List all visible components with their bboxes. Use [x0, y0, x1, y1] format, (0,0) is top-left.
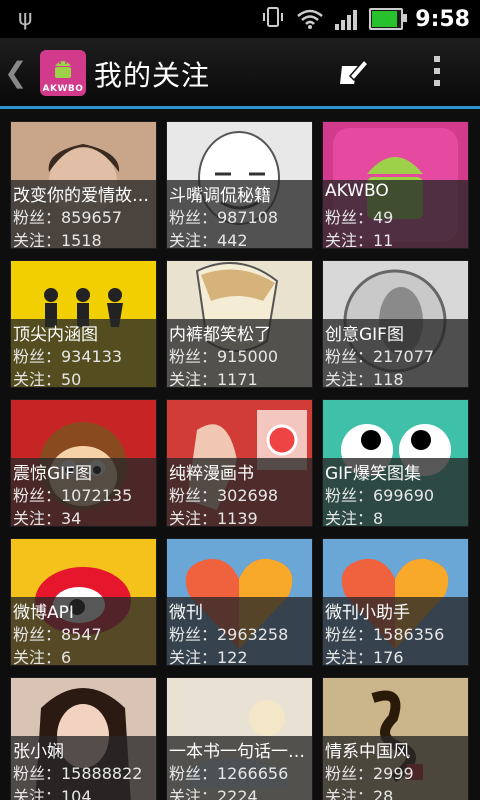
account-info-overlay: 微博API 粉丝：8547 关注：6 — [11, 597, 156, 667]
page-title: 我的关注 — [94, 59, 211, 92]
battery-icon — [369, 8, 408, 30]
account-info-overlay: 顶尖内涵图粉丝：934133 关注：50 — [11, 319, 156, 389]
account-follow-count: 关注：122 — [169, 648, 248, 667]
account-info-overlay: AKWBO 粉丝：49 关注：11 — [323, 180, 468, 250]
status-bar: ψ 9:58 — [0, 0, 480, 38]
account-follow-count: 关注：442 — [169, 231, 248, 250]
account-name: 内裤都笑松了 — [169, 325, 271, 345]
account-fans-count: 粉丝：859657 — [13, 208, 123, 227]
account-name: 张小娴 — [13, 742, 64, 762]
account-name: 斗嘴调侃秘籍 — [169, 186, 271, 206]
back-chevron-icon[interactable]: ❮ — [4, 56, 27, 89]
account-card[interactable]: 创意GIF图粉丝：217077 关注：118 — [323, 261, 468, 389]
compose-button[interactable] — [336, 54, 372, 90]
account-fans-count: 粉丝：934133 — [13, 347, 123, 366]
account-card[interactable]: 微博API 粉丝：8547 关注：6 — [11, 539, 156, 667]
account-name: 微刊 — [169, 603, 203, 623]
account-follow-count: 关注：118 — [325, 370, 404, 389]
account-info-overlay: 一本书一句话一… 粉丝：1266656 关注：2224 — [167, 736, 312, 800]
account-follow-count: 关注：1139 — [169, 509, 258, 528]
account-card[interactable]: 震惊GIF图粉丝：1072135 关注：34 — [11, 400, 156, 528]
account-follow-count: 关注：1171 — [169, 370, 258, 389]
account-card[interactable]: 情系中国风粉丝：2999 关注：28 — [323, 678, 468, 800]
account-fans-count: 粉丝：15888822 — [13, 764, 143, 783]
account-name: 微博API — [13, 603, 74, 623]
account-info-overlay: 微刊粉丝：2963258 关注：122 — [167, 597, 312, 667]
account-info-overlay: 微刊小助手粉丝：1586356 关注：176 — [323, 597, 468, 667]
account-name: 改变你的爱情故… — [13, 186, 149, 206]
android-icon — [55, 61, 71, 78]
account-fans-count: 粉丝：302698 — [169, 486, 279, 505]
account-name: 顶尖内涵图 — [13, 325, 98, 345]
account-info-overlay: 张小娴粉丝：15888822 关注：104 — [11, 736, 156, 800]
account-info-overlay: 改变你的爱情故… 粉丝：859657 关注：1518 — [11, 180, 156, 250]
account-fans-count: 粉丝：1586356 — [325, 625, 445, 644]
account-name: 一本书一句话一… — [169, 742, 305, 762]
account-follow-count: 关注：1518 — [13, 231, 102, 250]
account-info-overlay: 震惊GIF图粉丝：1072135 关注：34 — [11, 458, 156, 528]
account-info-overlay: 纯粹漫画书粉丝：302698 关注：1139 — [167, 458, 312, 528]
account-fans-count: 粉丝：915000 — [169, 347, 279, 366]
account-card[interactable]: 改变你的爱情故… 粉丝：859657 关注：1518 — [11, 122, 156, 250]
account-follow-count: 关注：176 — [325, 648, 404, 667]
account-follow-count: 关注：34 — [13, 509, 82, 528]
account-card[interactable]: 纯粹漫画书粉丝：302698 关注：1139 — [167, 400, 312, 528]
account-name: 情系中国风 — [325, 742, 410, 762]
follow-grid: 改变你的爱情故… 粉丝：859657 关注：1518 斗嘴调侃秘籍 粉丝：987108 关… — [0, 109, 480, 800]
overflow-menu-button[interactable] — [426, 52, 448, 92]
compose-icon — [340, 58, 370, 84]
account-follow-count: 关注：2224 — [169, 787, 258, 800]
account-card[interactable]: 内裤都笑松了 粉丝：915000 关注：1171 — [167, 261, 312, 389]
account-follow-count: 关注：50 — [13, 370, 82, 389]
vibrate-icon — [261, 5, 285, 33]
account-card[interactable]: 一本书一句话一… 粉丝：1266656 关注：2224 — [167, 678, 312, 800]
account-fans-count: 粉丝：49 — [325, 208, 394, 227]
action-bar: ❮ AKWBO 我的关注 — [0, 38, 480, 109]
account-card[interactable]: 斗嘴调侃秘籍 粉丝：987108 关注：442 — [167, 122, 312, 250]
account-name: 纯粹漫画书 — [169, 464, 254, 484]
status-time: 9:58 — [415, 6, 470, 32]
account-fans-count: 粉丝：2963258 — [169, 625, 289, 644]
account-name: 震惊GIF图 — [13, 464, 92, 484]
app-logo-text: AKWBO — [42, 84, 84, 94]
account-name: AKWBO — [325, 181, 389, 201]
usb-icon: ψ — [18, 6, 33, 31]
account-info-overlay: 情系中国风粉丝：2999 关注：28 — [323, 736, 468, 800]
account-fans-count: 粉丝：699690 — [325, 486, 435, 505]
account-fans-count: 粉丝：8547 — [13, 625, 102, 644]
account-card[interactable]: GIF爆笑图集 粉丝：699690 关注：8 — [323, 400, 468, 528]
account-fans-count: 粉丝：217077 — [325, 347, 435, 366]
account-name: 创意GIF图 — [325, 325, 404, 345]
app-logo[interactable]: AKWBO — [40, 50, 86, 96]
account-follow-count: 关注：11 — [325, 231, 394, 250]
signal-icon — [335, 8, 358, 30]
account-follow-count: 关注：28 — [325, 787, 394, 800]
account-card[interactable]: 微刊粉丝：2963258 关注：122 — [167, 539, 312, 667]
wifi-icon — [297, 9, 324, 29]
account-fans-count: 粉丝：987108 — [169, 208, 279, 227]
account-fans-count: 粉丝：1072135 — [13, 486, 133, 505]
account-card[interactable]: 微刊小助手粉丝：1586356 关注：176 — [323, 539, 468, 667]
account-follow-count: 关注：6 — [13, 648, 72, 667]
account-card[interactable]: 张小娴粉丝：15888822 关注：104 — [11, 678, 156, 800]
account-fans-count: 粉丝：2999 — [325, 764, 414, 783]
account-info-overlay: 内裤都笑松了 粉丝：915000 关注：1171 — [167, 319, 312, 389]
account-fans-count: 粉丝：1266656 — [169, 764, 289, 783]
account-follow-count: 关注：8 — [325, 509, 384, 528]
account-info-overlay: GIF爆笑图集 粉丝：699690 关注：8 — [323, 458, 468, 528]
account-card[interactable]: AKWBO 粉丝：49 关注：11 — [323, 122, 468, 250]
account-name: 微刊小助手 — [325, 603, 410, 623]
account-info-overlay: 创意GIF图粉丝：217077 关注：118 — [323, 319, 468, 389]
account-card[interactable]: 顶尖内涵图粉丝：934133 关注：50 — [11, 261, 156, 389]
account-name: GIF爆笑图集 — [325, 464, 421, 484]
account-follow-count: 关注：104 — [13, 787, 92, 800]
account-info-overlay: 斗嘴调侃秘籍 粉丝：987108 关注：442 — [167, 180, 312, 250]
